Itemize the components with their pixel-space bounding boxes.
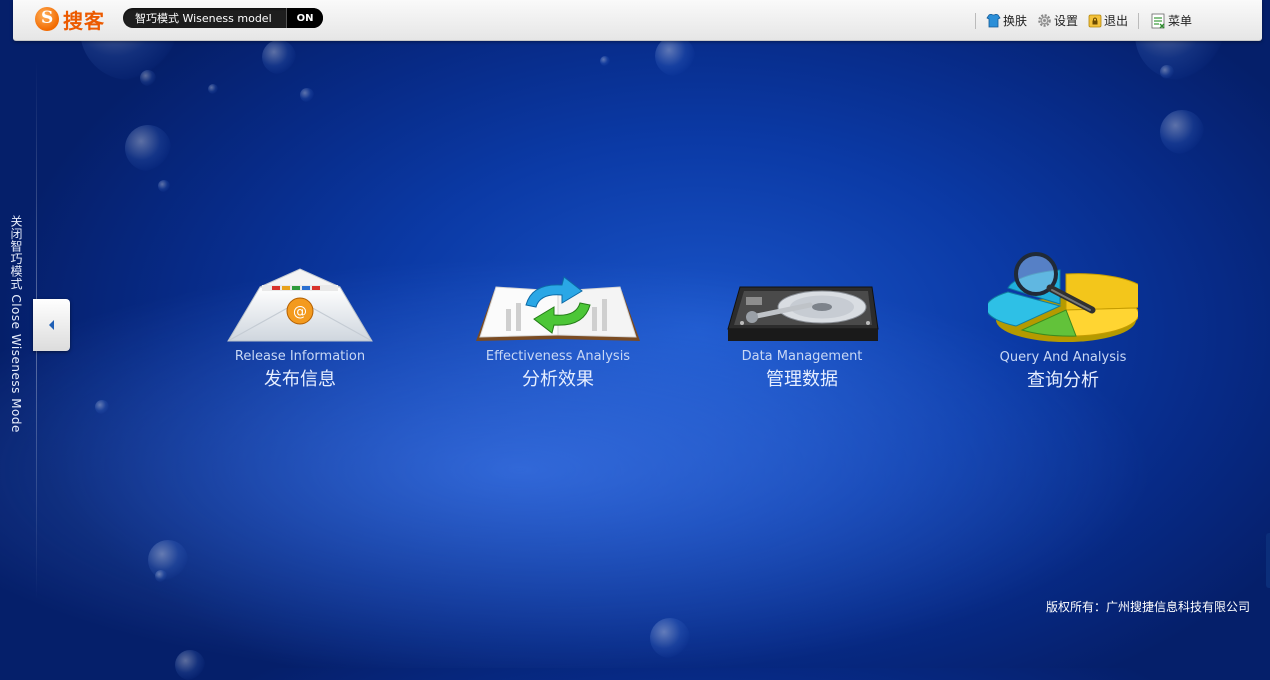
bg-bubble xyxy=(650,618,690,658)
bg-bubble xyxy=(125,125,171,171)
copyright-text: 版权所有：广州搜捷信息科技有限公司 xyxy=(1045,600,1250,614)
book-refresh-icon xyxy=(476,276,640,341)
pie-magnifier-icon xyxy=(988,252,1138,342)
bg-bubble xyxy=(148,540,188,580)
svg-text:@: @ xyxy=(293,304,307,320)
tile-icon-wrap xyxy=(963,250,1163,346)
logout-button[interactable]: 退出 xyxy=(1088,12,1128,29)
logout-label: 退出 xyxy=(1103,14,1128,28)
tile-en-label: Effectiveness Analysis xyxy=(485,349,631,364)
bg-bubble xyxy=(140,70,156,86)
envelope-icon: @ xyxy=(227,268,373,342)
mode-label: 智巧模式 Wiseness model xyxy=(135,12,272,25)
skin-button[interactable]: 换肤 xyxy=(986,12,1027,29)
divider xyxy=(1137,12,1139,29)
tile-en-label: Data Management xyxy=(741,349,863,364)
bg-bubble xyxy=(155,570,167,582)
bg-bubble xyxy=(600,56,610,66)
bg-bubble xyxy=(208,84,218,94)
logo-text: 搜客 xyxy=(63,8,105,33)
skin-label: 换肤 xyxy=(1002,14,1027,28)
menu-button[interactable]: 菜单 xyxy=(1151,12,1192,29)
settings-label: 设置 xyxy=(1053,14,1078,28)
right-edge-tab[interactable] xyxy=(1266,533,1270,588)
tile-icon-wrap: @ xyxy=(200,250,400,345)
tile-data-management[interactable]: Data Management 管理数据 xyxy=(702,250,902,391)
lock-exit-icon xyxy=(1088,14,1102,27)
wiseness-mode-toggle[interactable]: 智巧模式 Wiseness model ON xyxy=(123,8,323,28)
gear-icon xyxy=(1038,14,1051,27)
hard-drive-icon xyxy=(727,286,879,341)
bg-bubble xyxy=(1160,110,1204,154)
chevron-left-icon xyxy=(48,320,54,330)
tile-query-and-analysis[interactable]: Query And Analysis 查询分析 xyxy=(963,250,1163,392)
skin-icon xyxy=(986,13,1001,27)
bg-bubble xyxy=(1160,65,1174,79)
sidebar-collapse-button[interactable] xyxy=(33,299,70,351)
top-actions: 换肤 设置 退出 菜单 xyxy=(965,12,1192,29)
tile-zh-label: 发布信息 xyxy=(264,369,336,390)
bg-bubble xyxy=(95,400,109,414)
bg-bubble xyxy=(262,40,296,74)
mode-state-badge: ON xyxy=(286,8,323,28)
close-wiseness-mode-label[interactable]: 关闭智巧模式 Close Wiseness Mode xyxy=(8,215,25,433)
bg-bubble xyxy=(655,36,695,76)
bg-bubble xyxy=(300,88,314,102)
tile-en-label: Release Information xyxy=(234,349,366,364)
divider xyxy=(974,12,976,29)
bg-bubble xyxy=(158,180,170,192)
tile-icon-wrap xyxy=(702,250,902,345)
tile-effectiveness-analysis[interactable]: Effectiveness Analysis 分析效果 xyxy=(458,250,658,391)
top-bar: 搜客 智巧模式 Wiseness model ON 换肤 设置 xyxy=(13,0,1262,41)
app-logo[interactable]: 搜客 xyxy=(35,6,105,33)
tile-zh-label: 查询分析 xyxy=(1027,370,1099,391)
logo-icon xyxy=(35,7,59,31)
menu-list-icon xyxy=(1151,13,1165,28)
bg-bubble xyxy=(175,650,205,680)
tile-zh-label: 管理数据 xyxy=(766,369,838,390)
tile-en-label: Query And Analysis xyxy=(999,350,1127,365)
menu-label: 菜单 xyxy=(1167,14,1192,28)
tile-icon-wrap xyxy=(458,250,658,345)
tile-release-information[interactable]: @ Release Information 发布信息 xyxy=(200,250,400,391)
tile-zh-label: 分析效果 xyxy=(522,369,594,390)
settings-button[interactable]: 设置 xyxy=(1037,12,1078,29)
